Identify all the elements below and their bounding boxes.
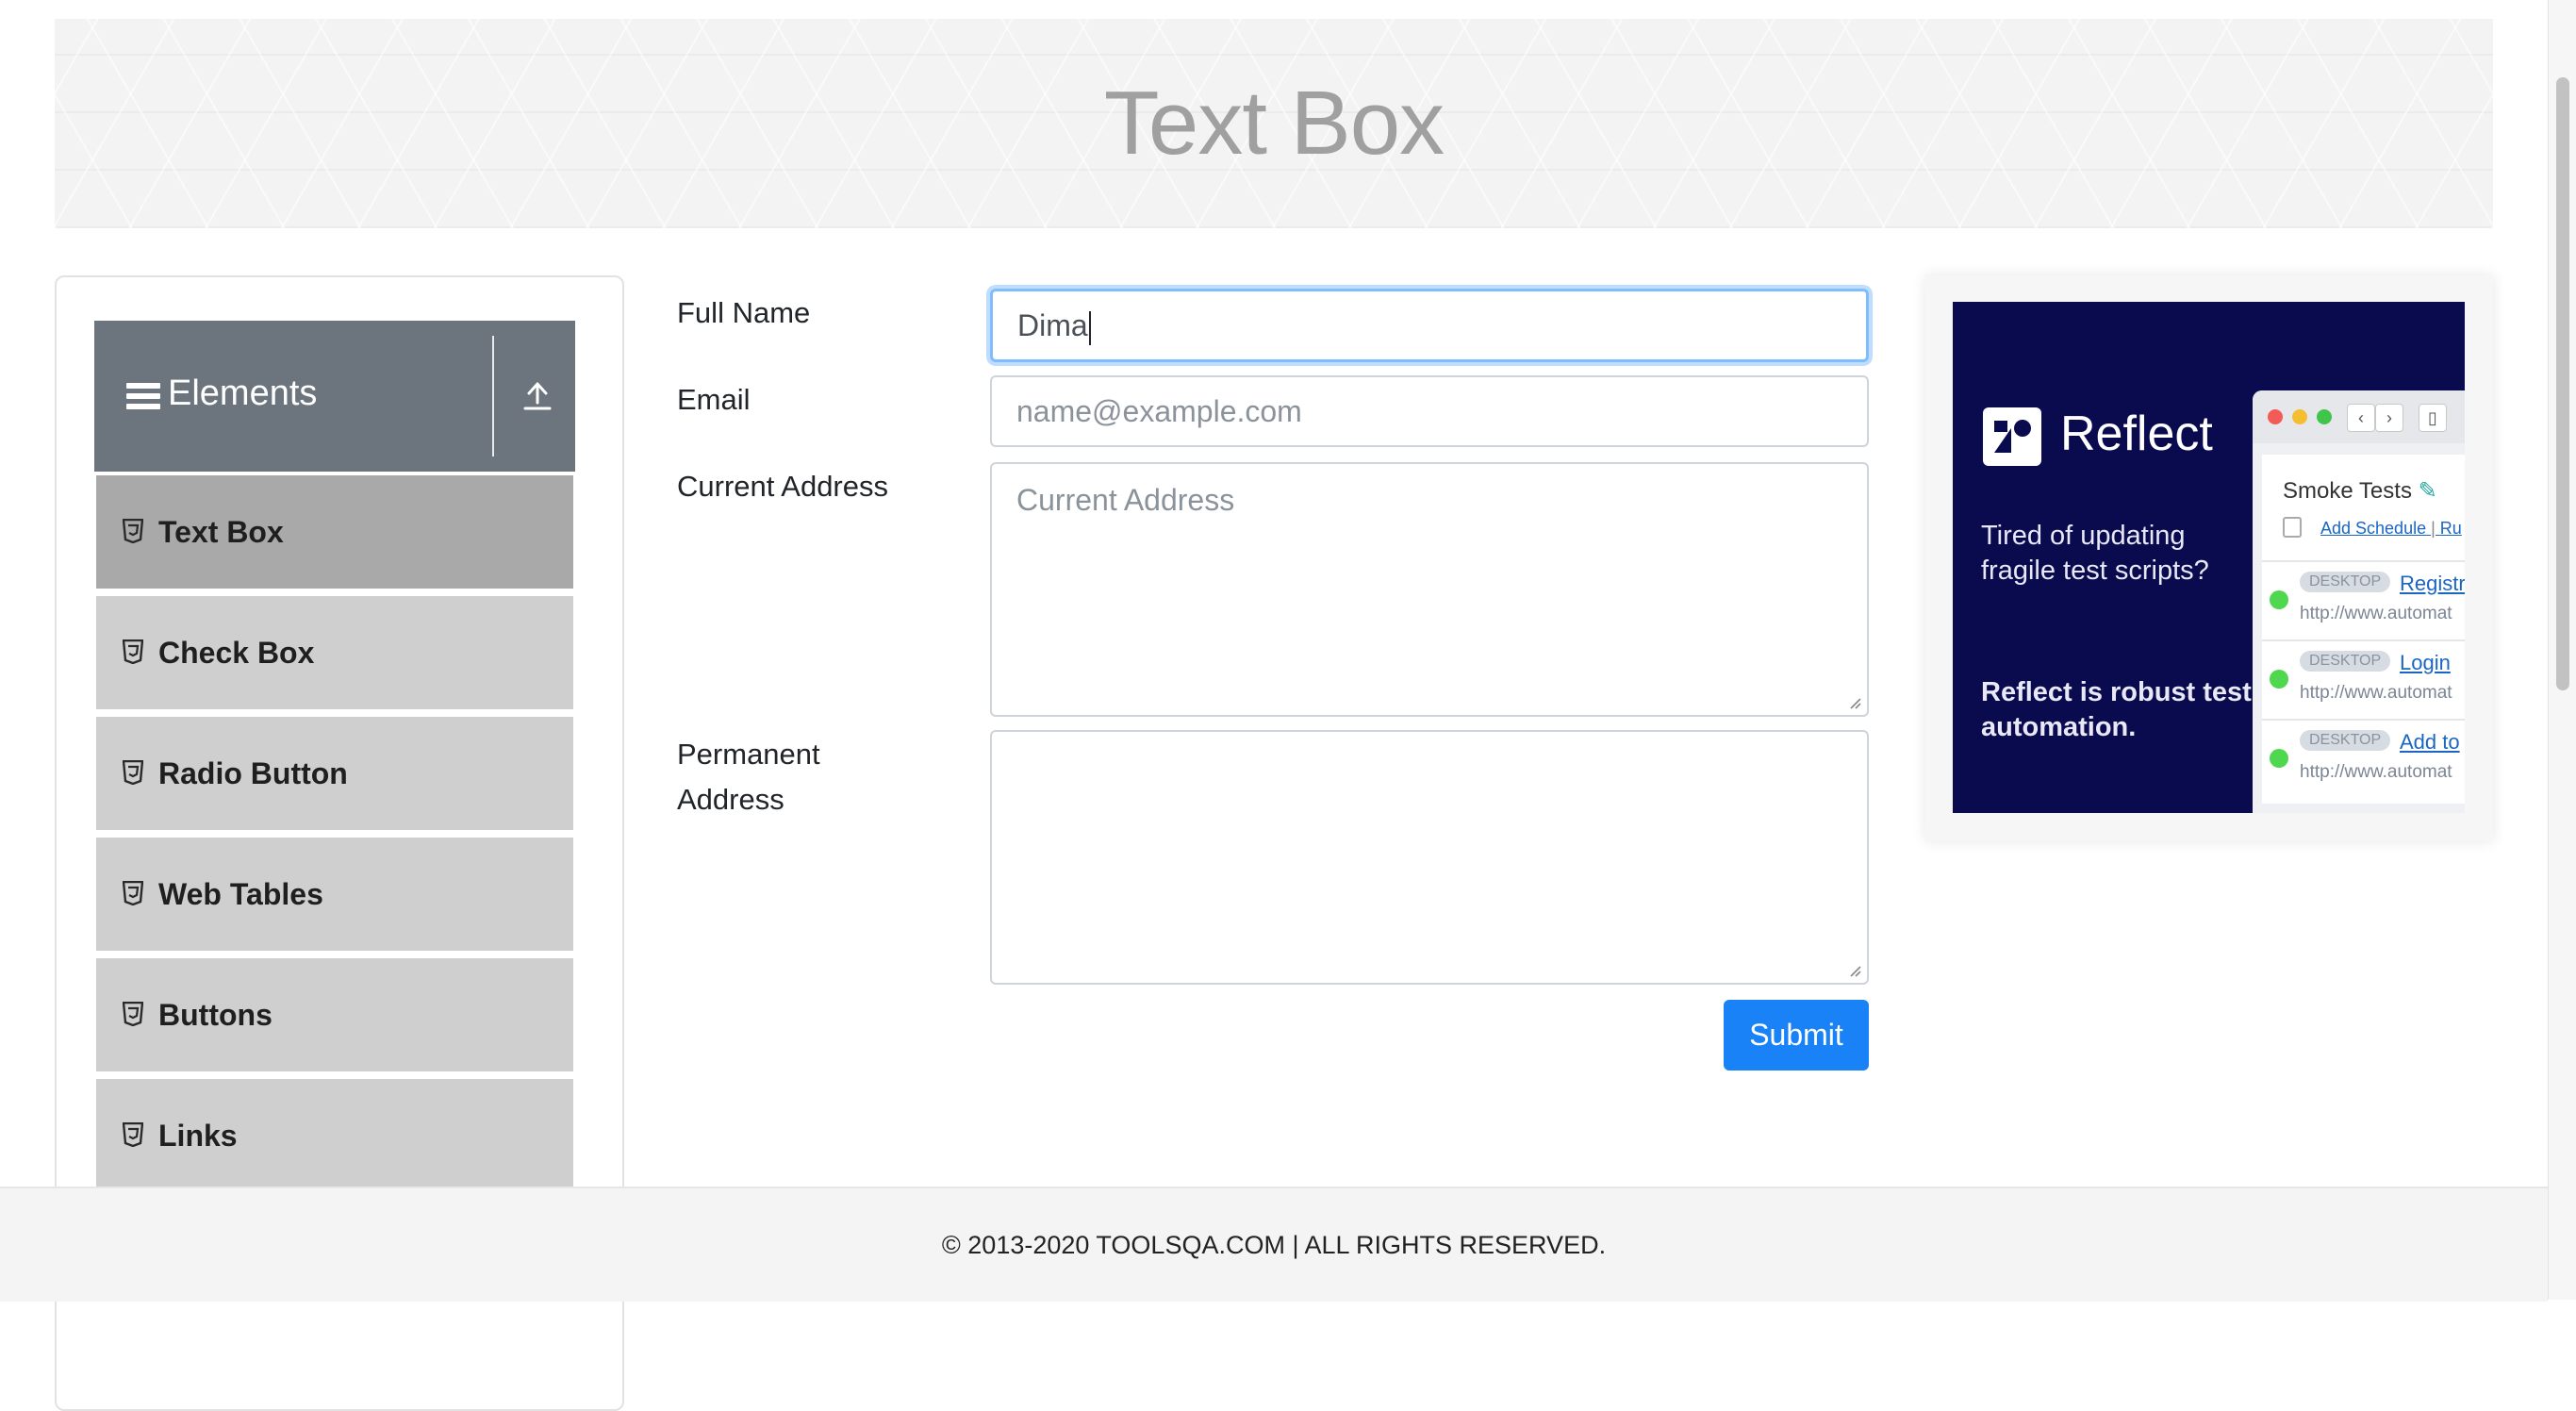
status-dot-icon — [2270, 749, 2288, 768]
email-input[interactable]: name@example.com — [990, 375, 1869, 447]
submit-button[interactable]: Submit — [1724, 1000, 1869, 1071]
test-link: Add to — [2400, 730, 2460, 754]
run-link-text: Ru — [2439, 519, 2462, 538]
sidebar-item-links[interactable]: Links — [94, 1077, 575, 1194]
hamburger-icon — [126, 383, 160, 409]
sidebar-item-label: Web Tables — [158, 876, 323, 911]
test-row: DESKTOP Login http://www.automat — [2262, 639, 2465, 719]
test-row: DESKTOP Registr http://www.automat — [2262, 560, 2465, 639]
sidebar-item-label: Links — [158, 1118, 238, 1153]
desktop-badge: DESKTOP — [2300, 651, 2391, 672]
sidebar-item-web-tables[interactable]: Web Tables — [94, 836, 575, 953]
elements-group-header[interactable]: Elements — [94, 321, 575, 472]
current-address-label: Current Address — [677, 470, 888, 503]
permanent-address-label: Permanent Address — [677, 738, 820, 816]
sidebar-toggle-icon: ▯ — [2419, 404, 2447, 432]
test-link: Login — [2400, 651, 2451, 674]
sidebar-item-label: Buttons — [158, 997, 272, 1032]
page-scrollbar[interactable] — [2548, 0, 2576, 1300]
forward-icon: › — [2375, 404, 2403, 432]
ad-app-mockup: ‹ › ▯ Smoke Tests ✎ Add Schedule | Ru DE… — [2253, 390, 2465, 813]
html5-icon — [123, 1002, 145, 1028]
sidebar-item-label: Radio Button — [158, 755, 348, 790]
test-link: Registr — [2400, 572, 2465, 595]
collapse-upload-icon[interactable] — [500, 321, 575, 472]
ad-tagline-bold: Reflect is robust test automation. — [1981, 677, 2252, 742]
sidebar-item-label: Text Box — [158, 514, 284, 549]
html5-icon — [123, 760, 145, 787]
smoke-tests-title: Smoke Tests — [2283, 478, 2412, 504]
sidebar-item-buttons[interactable]: Buttons — [94, 956, 575, 1073]
close-dot-icon — [2268, 409, 2283, 424]
reflect-ad[interactable]: Reflect Tired of updating fragile test s… — [1953, 302, 2465, 813]
status-dot-icon — [2270, 670, 2288, 689]
html5-icon — [123, 881, 145, 907]
mockup-titlebar: ‹ › ▯ — [2253, 390, 2465, 443]
email-placeholder: name@example.com — [1016, 394, 1302, 428]
maximize-dot-icon — [2317, 409, 2332, 424]
full-name-value: Dima — [1017, 308, 1088, 342]
link-separator: | — [2431, 519, 2440, 538]
html5-icon — [123, 519, 145, 545]
status-dot-icon — [2270, 590, 2288, 609]
test-url: http://www.automat — [2300, 762, 2452, 782]
sidebar-item-text-box[interactable]: Text Box — [94, 473, 575, 590]
desktop-badge: DESKTOP — [2300, 572, 2391, 592]
sidebar-item-label: Check Box — [158, 635, 315, 670]
footer: © 2013-2020 TOOLSQA.COM | ALL RIGHTS RES… — [0, 1187, 2548, 1302]
test-row: DESKTOP Add to http://www.automat — [2262, 719, 2465, 798]
resize-handle-icon[interactable] — [1846, 962, 1861, 977]
desktop-badge: DESKTOP — [2300, 730, 2391, 751]
reflect-logo-icon — [1983, 407, 2041, 466]
resize-handle-icon[interactable] — [1846, 694, 1861, 709]
header-divider — [492, 336, 494, 456]
group-title: Elements — [168, 374, 318, 413]
full-name-label: Full Name — [677, 296, 811, 329]
ad-tagline: Tired of updating fragile test scripts? — [1981, 521, 2209, 586]
sidebar-item-check-box[interactable]: Check Box — [94, 594, 575, 711]
html5-icon — [123, 639, 145, 666]
full-name-input[interactable]: Dima — [990, 289, 1869, 362]
text-caret — [1088, 310, 1091, 345]
email-label: Email — [677, 383, 751, 416]
edit-pencil-icon: ✎ — [2418, 478, 2437, 504]
current-address-placeholder: Current Address — [1016, 483, 1235, 517]
add-schedule-text: Add Schedule — [2320, 519, 2427, 538]
scrollbar-thumb[interactable] — [2556, 77, 2569, 690]
calendar-icon — [2283, 517, 2302, 538]
test-url: http://www.automat — [2300, 683, 2452, 703]
page-title: Text Box — [1103, 73, 1445, 174]
footer-copyright: © 2013-2020 TOOLSQA.COM | ALL RIGHTS RES… — [941, 1230, 1607, 1259]
back-icon: ‹ — [2347, 404, 2375, 432]
mockup-panel-title: Smoke Tests ✎ — [2283, 477, 2437, 505]
add-schedule-link: Add Schedule | Ru — [2320, 519, 2462, 539]
current-address-textarea[interactable]: Current Address — [990, 462, 1869, 717]
page-banner: Text Box — [55, 19, 2493, 228]
permanent-address-textarea[interactable] — [990, 730, 1869, 985]
html5-icon — [123, 1122, 145, 1149]
sidebar-item-radio-button[interactable]: Radio Button — [94, 715, 575, 832]
ad-brand: Reflect — [2060, 407, 2213, 461]
minimize-dot-icon — [2292, 409, 2307, 424]
mockup-panel: Smoke Tests ✎ Add Schedule | Ru DESKTOP … — [2262, 455, 2465, 804]
test-url: http://www.automat — [2300, 604, 2452, 623]
